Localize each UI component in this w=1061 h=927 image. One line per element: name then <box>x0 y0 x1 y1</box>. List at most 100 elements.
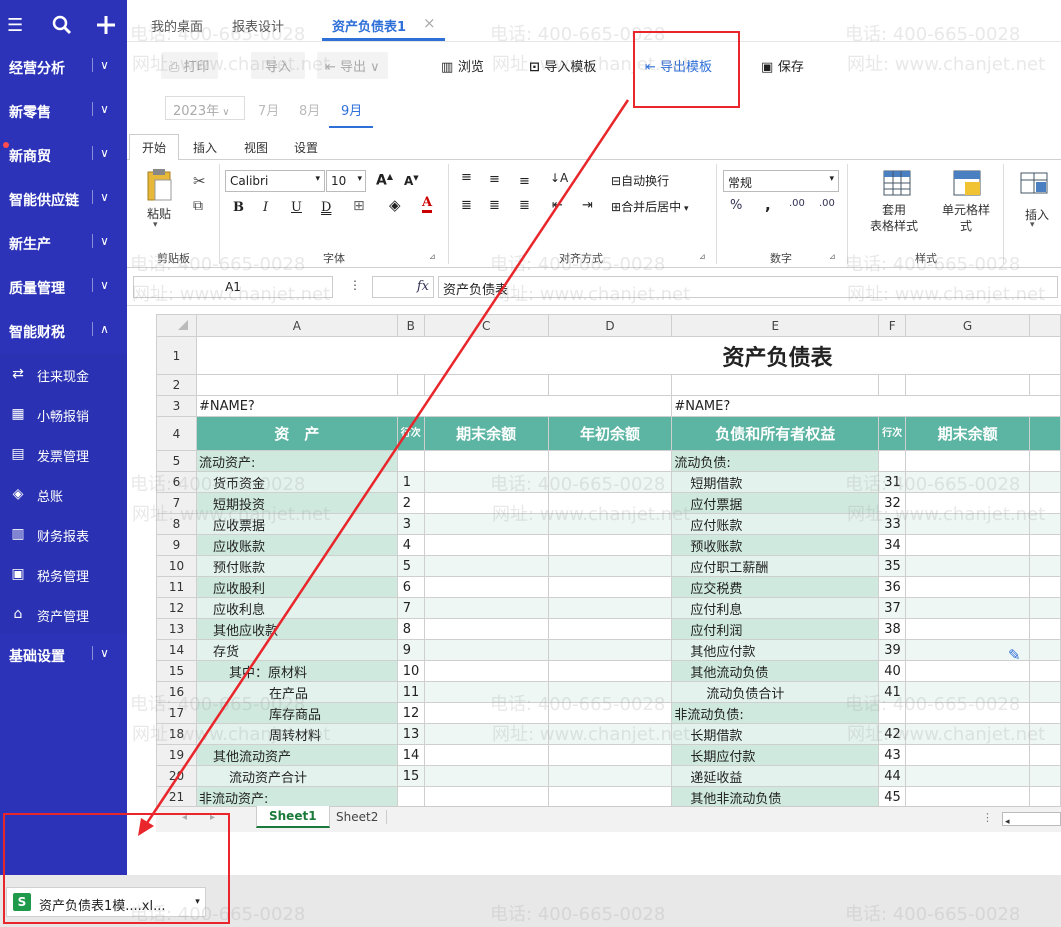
cell-end-balance2[interactable] <box>905 513 1030 535</box>
chevron-down-icon[interactable]: ∨ <box>92 278 116 292</box>
cell-asset-name[interactable]: 非流动资产: <box>195 786 398 806</box>
select-all-corner[interactable] <box>156 314 197 337</box>
cell-begin-balance[interactable] <box>547 576 673 598</box>
underline-icon[interactable]: U <box>291 200 302 215</box>
month-9[interactable]: 9月 <box>341 100 362 119</box>
cell-end-balance[interactable] <box>423 681 549 703</box>
cell-row-num[interactable]: 2 <box>396 492 425 514</box>
cell-begin-balance[interactable] <box>547 513 673 535</box>
sidebar-item-finance-tax[interactable]: 智能财税 ∧ <box>0 310 127 354</box>
cell-liability-name[interactable]: 流动负债: <box>671 450 880 472</box>
import-button[interactable]: 导入 <box>251 52 306 79</box>
cell-row-num[interactable]: 35 <box>878 555 907 577</box>
cell-end-balance2[interactable] <box>905 681 1030 703</box>
cell-asset-name[interactable]: 其他流动资产 <box>195 744 398 766</box>
chevron-up-icon[interactable]: ∧ <box>92 322 116 336</box>
increase-decimal-icon[interactable]: .00 <box>789 198 805 209</box>
cell-end-balance2[interactable] <box>905 450 1030 472</box>
cell-asset-name[interactable]: 应收利息 <box>195 597 398 619</box>
cell-end-balance[interactable] <box>423 555 549 577</box>
cell-liability-name[interactable]: 长期应付款 <box>671 744 880 766</box>
cell-begin-balance[interactable] <box>547 786 673 806</box>
cell-asset-name[interactable]: 在产品 <box>195 681 398 703</box>
header-asset[interactable]: 资 产 <box>195 416 398 451</box>
sidebar-subitem-expense[interactable]: ▦ 小畅报销 <box>0 394 127 434</box>
cell-begin-balance[interactable] <box>547 492 673 514</box>
cell-begin-balance[interactable] <box>547 660 673 682</box>
cell-row-num[interactable]: 7 <box>396 597 425 619</box>
cell-begin-balance[interactable] <box>547 534 673 556</box>
align-center-icon[interactable]: ≣ <box>489 198 500 213</box>
cell[interactable] <box>423 374 549 396</box>
cell-extra[interactable] <box>1029 576 1061 598</box>
cell-row-num[interactable]: 15 <box>396 765 425 787</box>
chevron-down-icon[interactable]: ▾ <box>153 220 158 230</box>
cell-liability-name[interactable]: 其他流动负债 <box>671 660 880 682</box>
tab-desktop[interactable]: 我的桌面 <box>151 16 203 35</box>
cell[interactable] <box>1029 374 1061 396</box>
sidebar-item-supply-chain[interactable]: 智能供应链 ∨ <box>0 178 127 222</box>
tab-balance-sheet[interactable]: 资产负债表1 <box>332 16 406 35</box>
cell-end-balance[interactable] <box>423 660 549 682</box>
row-number[interactable]: 20 <box>156 765 197 787</box>
row-number[interactable]: 12 <box>156 597 197 619</box>
cell-row-num[interactable]: 45 <box>878 786 907 806</box>
cell-begin-balance[interactable] <box>547 681 673 703</box>
cell-row-num[interactable]: 32 <box>878 492 907 514</box>
sidebar-subitem-cash[interactable]: ⇄ 往来现金 <box>0 354 127 394</box>
cell-end-balance2[interactable] <box>905 786 1030 806</box>
cell-row-num[interactable]: 14 <box>396 744 425 766</box>
row-number[interactable]: 10 <box>156 555 197 577</box>
cell-asset-name[interactable]: 应收股利 <box>195 576 398 598</box>
cell-begin-balance[interactable] <box>547 702 673 724</box>
row-number[interactable]: 9 <box>156 534 197 556</box>
cell-row-num[interactable]: 43 <box>878 744 907 766</box>
ribbon-tab-insert[interactable]: 插入 <box>193 139 217 156</box>
cell-row-num[interactable]: 9 <box>396 639 425 661</box>
font-name-select[interactable]: Calibri ▾ <box>225 170 325 192</box>
cell-begin-balance[interactable] <box>547 765 673 787</box>
row-number[interactable]: 16 <box>156 681 197 703</box>
cell-row-num[interactable]: 10 <box>396 660 425 682</box>
row-number[interactable]: 1 <box>156 336 197 375</box>
cell-end-balance[interactable] <box>423 576 549 598</box>
cell-end-balance[interactable] <box>423 786 549 806</box>
cell-row-num[interactable]: 6 <box>396 576 425 598</box>
cell-extra[interactable] <box>1029 492 1061 514</box>
cell[interactable] <box>195 374 398 396</box>
col-header-g[interactable]: G <box>905 314 1030 337</box>
cell-asset-name[interactable]: 其他应收款 <box>195 618 398 640</box>
col-header-h[interactable] <box>1029 314 1061 337</box>
cell-row-num[interactable]: 11 <box>396 681 425 703</box>
cell-begin-balance[interactable] <box>547 744 673 766</box>
cell-end-balance2[interactable] <box>905 555 1030 577</box>
chevron-down-icon[interactable]: ∨ <box>92 58 116 72</box>
row-number[interactable]: 4 <box>156 416 197 451</box>
col-header-b[interactable]: B <box>396 314 425 337</box>
shrink-font-icon[interactable]: A▼ <box>404 174 419 188</box>
header-rownum2[interactable]: 行次 <box>878 416 907 451</box>
row-number[interactable]: 5 <box>156 450 197 472</box>
sidebar-subitem-invoice[interactable]: ▤ 发票管理 <box>0 434 127 474</box>
row-number[interactable]: 6 <box>156 471 197 493</box>
row-number[interactable]: 15 <box>156 660 197 682</box>
cell-end-balance[interactable] <box>423 513 549 535</box>
cell-begin-balance[interactable] <box>547 597 673 619</box>
cell-extra[interactable] <box>1029 471 1061 493</box>
close-icon[interactable]: × <box>423 14 436 32</box>
cell-end-balance2[interactable] <box>905 723 1030 745</box>
col-header-e[interactable]: E <box>671 314 880 337</box>
month-7[interactable]: 7月 <box>258 100 279 119</box>
col-header-c[interactable]: C <box>423 314 549 337</box>
merge-center-button[interactable]: ⊞合并后居中 ▾ <box>611 198 688 215</box>
fill-color-icon[interactable]: ◈ <box>389 196 401 214</box>
cell-end-balance[interactable] <box>423 492 549 514</box>
chevron-down-icon[interactable]: ∨ <box>92 190 116 204</box>
cell-row-num[interactable]: 38 <box>878 618 907 640</box>
cell-extra[interactable] <box>1029 534 1061 556</box>
cell-name-error[interactable]: #NAME? <box>671 395 1061 417</box>
cell-end-balance2[interactable] <box>905 765 1030 787</box>
cell[interactable] <box>396 374 425 396</box>
formula-input[interactable]: 资产负债表 <box>438 276 1058 298</box>
cell-extra[interactable] <box>1029 639 1061 661</box>
